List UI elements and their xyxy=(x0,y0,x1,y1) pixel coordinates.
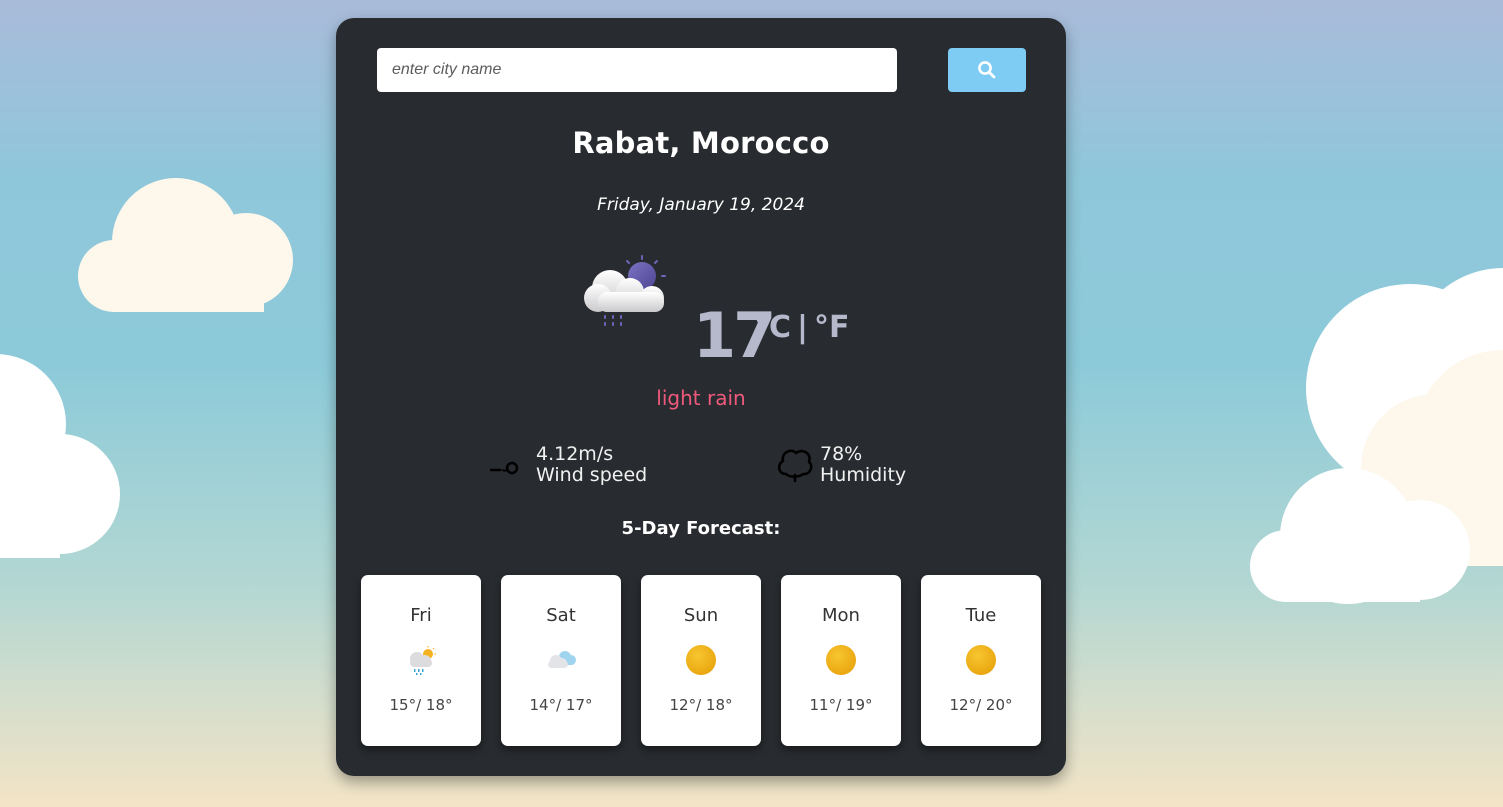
unit-separator: | xyxy=(797,310,808,345)
humidity-text: 78% Humidity xyxy=(820,444,906,486)
forecast-card: Tue 12°/ 20° xyxy=(921,575,1041,746)
forecast-day: Sat xyxy=(546,605,576,626)
sun-icon xyxy=(966,645,996,675)
search-icon xyxy=(978,61,996,79)
cloud-decoration-left-top xyxy=(78,178,293,312)
humidity-value: 78% xyxy=(820,443,863,465)
city-name: Rabat, Morocco xyxy=(572,126,830,160)
sun-icon xyxy=(826,645,856,675)
temperature-units: °C | °F xyxy=(754,308,850,348)
light-rain-night-icon xyxy=(584,255,666,326)
forecast-temp: 12°/ 18° xyxy=(669,696,733,714)
cloud-decoration-left xyxy=(0,354,120,558)
weather-card: Rabat, Morocco Friday, January 19, 2024 xyxy=(336,18,1066,776)
wind-icon xyxy=(490,461,519,475)
cloud-decoration-right-front xyxy=(1250,468,1470,604)
current-date: Friday, January 19, 2024 xyxy=(597,195,805,215)
forecast-temp: 11°/ 19° xyxy=(809,696,873,714)
forecast-card: Sat 14°/ 17° xyxy=(501,575,621,746)
celsius-toggle[interactable]: °C xyxy=(754,310,791,345)
fahrenheit-toggle[interactable]: °F xyxy=(814,310,850,345)
humidity-label: Humidity xyxy=(820,464,907,486)
forecast-temp: 15°/ 18° xyxy=(389,696,453,714)
search-input[interactable] xyxy=(377,48,897,92)
humidity-icon xyxy=(777,449,813,483)
rain-sun-icon xyxy=(410,646,436,675)
forecast-title: 5-Day Forecast: xyxy=(621,518,781,539)
forecast-list: Fri 15°/ 18° Sat 14°/ 17° Sun 12°/ 18° M… xyxy=(361,575,1041,746)
weather-description: light rain xyxy=(656,386,746,410)
cloud-icon xyxy=(548,651,576,668)
forecast-day: Mon xyxy=(822,605,860,626)
sun-icon xyxy=(686,645,716,675)
forecast-day: Sun xyxy=(683,605,719,626)
wind-speed-label: Wind speed xyxy=(536,464,648,486)
forecast-day: Fri xyxy=(410,605,432,626)
wind-text: 4.12m/s Wind speed xyxy=(536,444,647,486)
forecast-card: Fri 15°/ 18° xyxy=(361,575,481,746)
forecast-card: Sun 12°/ 18° xyxy=(641,575,761,746)
forecast-temp: 12°/ 20° xyxy=(949,696,1013,714)
search-button[interactable] xyxy=(948,48,1026,92)
wind-speed-value: 4.12m/s xyxy=(536,443,614,465)
forecast-card: Mon 11°/ 19° xyxy=(781,575,901,746)
forecast-day: Tue xyxy=(965,605,997,626)
forecast-temp: 14°/ 17° xyxy=(529,696,593,714)
